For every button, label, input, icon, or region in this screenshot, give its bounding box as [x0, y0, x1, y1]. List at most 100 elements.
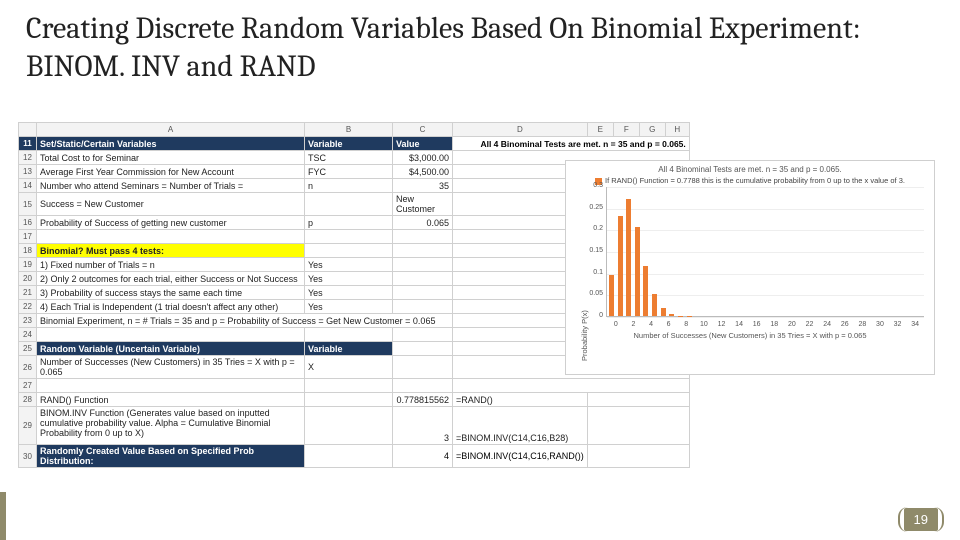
chart-bar: [609, 275, 614, 316]
row-num: 19: [19, 258, 37, 272]
row-num: 18: [19, 244, 37, 258]
cell: Yes: [305, 300, 393, 314]
cell: RAND() Function: [37, 393, 305, 407]
chart-bar: [635, 227, 640, 316]
cell: 0.065: [393, 216, 453, 230]
x-tick: 34: [906, 321, 924, 328]
y-tick: 0.3: [581, 182, 603, 189]
cell: Variable: [305, 342, 393, 356]
decorative-bar: [0, 492, 6, 540]
page-number: 19: [904, 508, 938, 531]
row-num: 30: [19, 445, 37, 468]
cell: New Customer: [393, 193, 453, 216]
cell: Probability of Success of getting new cu…: [37, 216, 305, 230]
chart-bar: [661, 308, 666, 316]
chart-title: All 4 Binominal Tests are met. n = 35 an…: [566, 161, 934, 175]
row-num: 25: [19, 342, 37, 356]
x-tick: 28: [854, 321, 872, 328]
cell: $3,000.00: [393, 151, 453, 165]
col-header: C: [393, 123, 453, 137]
chart-bar: [652, 294, 657, 316]
x-tick: 6: [660, 321, 678, 328]
chart-bar: [643, 266, 648, 316]
row-num: 13: [19, 165, 37, 179]
x-tick: 0: [607, 321, 625, 328]
cell: Total Cost to for Seminar: [37, 151, 305, 165]
x-tick: 10: [695, 321, 713, 328]
row-num: 16: [19, 216, 37, 230]
y-tick: 0.1: [581, 269, 603, 276]
cell: Yes: [305, 272, 393, 286]
row-num: 23: [19, 314, 37, 328]
x-tick: 24: [818, 321, 836, 328]
chart-bar: [618, 216, 623, 316]
cell: Set/Static/Certain Variables: [37, 137, 305, 151]
cell: Binomial Experiment, n = # Trials = 35 a…: [37, 314, 453, 328]
cell: Value: [393, 137, 453, 151]
col-header: D: [453, 123, 588, 137]
cell: Variable: [305, 137, 393, 151]
cell: FYC: [305, 165, 393, 179]
cell: X: [305, 356, 393, 379]
row-num: 15: [19, 193, 37, 216]
corner-cell: [19, 123, 37, 137]
row-num: 12: [19, 151, 37, 165]
col-header: H: [665, 123, 689, 137]
row-num: 27: [19, 379, 37, 393]
row-num: 26: [19, 356, 37, 379]
col-header: B: [305, 123, 393, 137]
cell: n: [305, 179, 393, 193]
cell: Binomial? Must pass 4 tests:: [37, 244, 305, 258]
y-tick: 0.25: [581, 204, 603, 211]
formula-cell: =RAND(): [453, 393, 588, 407]
cell: Randomly Created Value Based on Specifie…: [37, 445, 305, 468]
formula-cell: =BINOM.INV(C14,C16,RAND()): [453, 445, 588, 468]
x-tick: 4: [642, 321, 660, 328]
row-num: 24: [19, 328, 37, 342]
cell: 0.778815562: [393, 393, 453, 407]
x-tick: 18: [765, 321, 783, 328]
col-header: F: [613, 123, 639, 137]
x-axis: 0246810121416182022242628303234: [607, 321, 924, 328]
y-tick: 0.2: [581, 225, 603, 232]
chart-legend: If RAND() Function = 0.7788 this is the …: [566, 175, 934, 187]
col-header: E: [587, 123, 613, 137]
x-tick: 32: [889, 321, 907, 328]
cell: 4: [393, 445, 453, 468]
chart-plot-area: 0246810121416182022242628303234 00.050.1…: [606, 187, 924, 317]
row-num: 11: [19, 137, 37, 151]
cell: TSC: [305, 151, 393, 165]
x-tick: 20: [783, 321, 801, 328]
row-num: 29: [19, 407, 37, 445]
cell: 4) Each Trial is Independent (1 trial do…: [37, 300, 305, 314]
y-tick: 0: [581, 312, 603, 319]
cell: 3: [393, 407, 453, 445]
cell: 2) Only 2 outcomes for each trial, eithe…: [37, 272, 305, 286]
binomial-note: All 4 Binominal Tests are met. n = 35 an…: [453, 137, 690, 151]
chart-bar: [626, 199, 631, 316]
cell: 35: [393, 179, 453, 193]
cell: BINOM.INV Function (Generates value base…: [37, 407, 305, 445]
x-tick: 8: [677, 321, 695, 328]
x-tick: 14: [730, 321, 748, 328]
row-num: 22: [19, 300, 37, 314]
cell: Random Variable (Uncertain Variable): [37, 342, 305, 356]
page-number-badge: 19: [898, 507, 944, 532]
cell: Yes: [305, 286, 393, 300]
x-tick: 12: [713, 321, 731, 328]
x-tick: 22: [801, 321, 819, 328]
cell: 1) Fixed number of Trials = n: [37, 258, 305, 272]
cell: Average First Year Commission for New Ac…: [37, 165, 305, 179]
cell: Success = New Customer: [37, 193, 305, 216]
row-num: 17: [19, 230, 37, 244]
row-num: 20: [19, 272, 37, 286]
col-header: A: [37, 123, 305, 137]
x-tick: 2: [625, 321, 643, 328]
cell: 3) Probability of success stays the same…: [37, 286, 305, 300]
x-tick: 16: [748, 321, 766, 328]
cell: Number who attend Seminars = Number of T…: [37, 179, 305, 193]
y-tick: 0.05: [581, 290, 603, 297]
cell: $4,500.00: [393, 165, 453, 179]
y-tick: 0.15: [581, 247, 603, 254]
x-tick: 30: [871, 321, 889, 328]
